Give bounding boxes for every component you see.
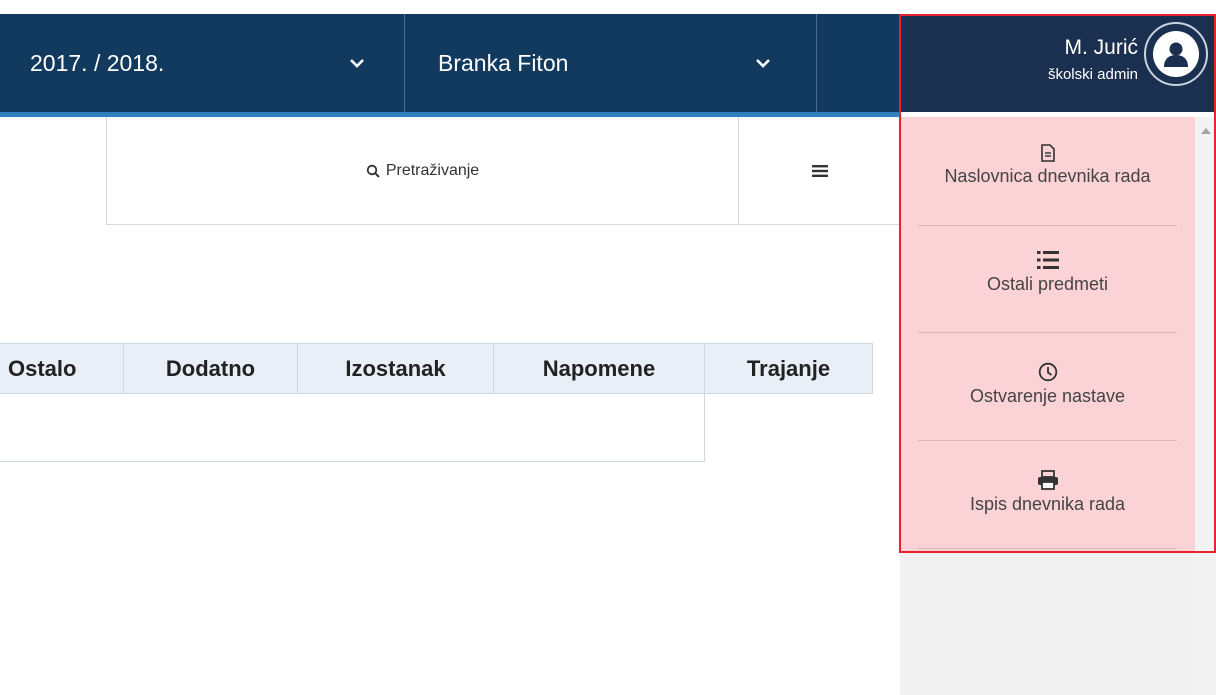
search-button[interactable]: Pretraživanje [107,117,739,224]
hamburger-icon [812,164,828,177]
chevron-down-icon [756,59,770,68]
divider [918,332,1177,333]
divider [918,225,1177,226]
chevron-down-icon [350,59,364,68]
user-role: školski admin [1047,66,1138,83]
school-year-value: 2017. / 2018. [30,49,165,76]
search-toolbar: Pretraživanje [106,117,901,225]
menu-item-label: Ispis dnevnika rada [969,494,1126,514]
user-name: M. Jurić [1064,36,1139,59]
menu-item-label: Ostali predmeti [986,274,1109,294]
clock-icon [1038,362,1057,382]
scroll-up-arrow-icon[interactable] [1201,128,1211,134]
table-row [0,393,705,462]
table-header: Ostalo Dodatno Izostanak Napomene Trajan… [0,343,873,394]
column-header-dodatno[interactable]: Dodatno [124,344,298,393]
document-icon [1040,144,1055,162]
menu-item-ostali-predmeti[interactable]: Ostali predmeti [918,244,1177,297]
user-icon [1164,42,1188,67]
menu-item-ostvarenje-nastave[interactable]: Ostvarenje nastave [918,356,1177,409]
menu-item-label: Naslovnica dnevnika rada [944,166,1151,186]
divider [918,548,1177,549]
school-year-select[interactable]: 2017. / 2018. [0,14,405,112]
column-header-trajanje[interactable]: Trajanje [705,344,873,393]
column-header-napomene[interactable]: Napomene [494,344,705,393]
column-header-izostanak[interactable]: Izostanak [298,344,494,393]
menu-item-naslovnica[interactable]: Naslovnica dnevnika rada [918,136,1177,189]
printer-icon [1037,470,1058,490]
search-icon [366,164,380,178]
menu-item-ispis-dnevnika[interactable]: Ispis dnevnika rada [918,464,1177,517]
list-icon [1036,251,1059,269]
scrollbar[interactable] [1195,117,1216,695]
menu-item-label: Ostvarenje nastave [969,386,1126,406]
divider [918,440,1177,441]
column-header-ostalo[interactable]: Ostalo [0,344,124,393]
search-label: Pretraživanje [385,161,480,179]
avatar[interactable] [1144,22,1208,86]
teacher-value: Branka Fiton [438,49,569,76]
teacher-select[interactable]: Branka Fiton [404,14,817,112]
menu-button[interactable] [739,117,901,224]
